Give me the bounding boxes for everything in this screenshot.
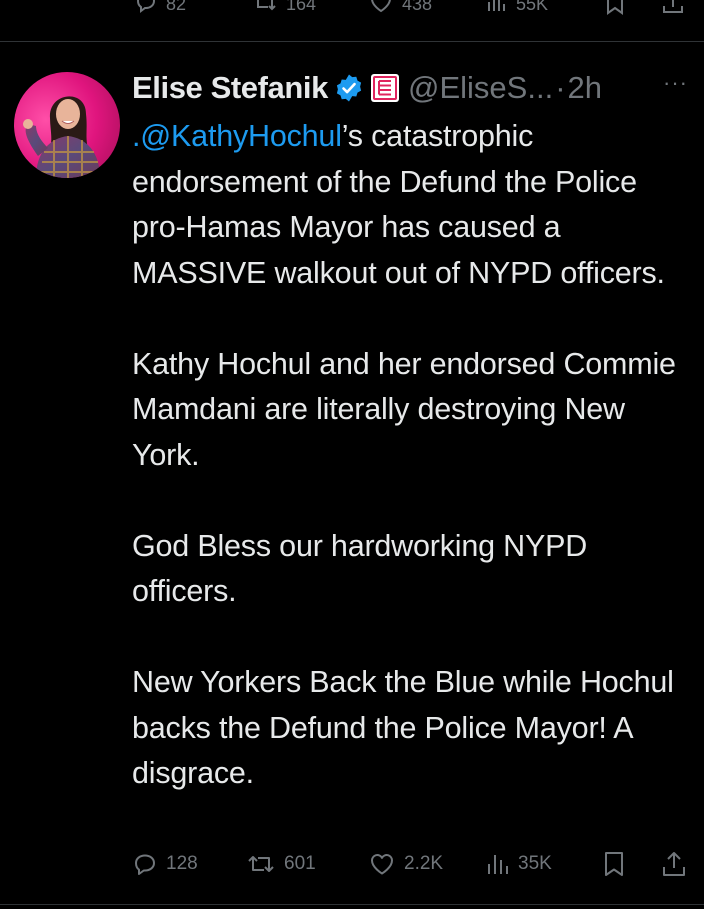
tweet[interactable]: Elise Stefanik @EliseS... · 2h ··· .@Kat… xyxy=(0,42,704,909)
time-separator: · xyxy=(555,70,566,105)
repost-button[interactable]: 601 xyxy=(246,846,316,882)
repost-icon xyxy=(246,851,276,877)
prev-like-count: 438 xyxy=(402,0,433,14)
prev-reply-button[interactable]: 82 xyxy=(134,0,186,19)
share-icon xyxy=(660,0,686,21)
bookmark-icon xyxy=(604,0,626,21)
prev-bookmark-button[interactable] xyxy=(604,0,626,21)
tweet-paragraph: .@KathyHochul’s catastrophic endorsement… xyxy=(132,114,698,296)
tweet-header: Elise Stefanik @EliseS... · 2h xyxy=(132,66,692,110)
more-options-icon: ··· xyxy=(663,70,688,95)
tweet-paragraph: God Bless our hardworking NYPD officers. xyxy=(132,528,588,609)
prev-views-button[interactable]: 55K xyxy=(486,0,548,19)
views-count: 35K xyxy=(518,853,552,874)
tweet-paragraph: Kathy Hochul and her endorsed Commie Mam… xyxy=(132,346,676,472)
like-icon xyxy=(368,0,394,19)
prev-reply-count: 82 xyxy=(166,0,187,14)
author-name[interactable]: Elise Stefanik xyxy=(132,70,328,106)
tweet-action-bar: 128 601 2.2K 35K xyxy=(132,846,692,882)
prev-views-count: 55K xyxy=(516,0,549,14)
bookmark-button[interactable] xyxy=(602,846,626,882)
share-button[interactable] xyxy=(660,846,688,882)
prev-like-button[interactable]: 438 xyxy=(368,0,432,19)
like-button[interactable]: 2.2K xyxy=(368,846,443,882)
previous-tweet-action-bar: 82 164 438 55K xyxy=(0,0,704,40)
reply-count: 128 xyxy=(166,853,198,874)
reply-icon xyxy=(132,851,158,877)
views-icon xyxy=(486,851,510,877)
verified-badge-icon[interactable] xyxy=(334,73,364,103)
prev-share-button[interactable] xyxy=(660,0,686,21)
mention-link[interactable]: .@KathyHochul xyxy=(132,119,342,153)
prev-repost-button[interactable]: 164 xyxy=(252,0,316,19)
tweet-timestamp[interactable]: 2h xyxy=(568,70,602,106)
more-options-button[interactable]: ··· xyxy=(663,70,688,96)
share-icon xyxy=(660,850,688,878)
views-button[interactable]: 35K xyxy=(486,846,552,882)
bookmark-icon xyxy=(602,850,626,878)
bottom-divider xyxy=(0,904,704,905)
reply-icon xyxy=(134,0,158,19)
avatar[interactable] xyxy=(14,72,120,178)
like-count: 2.2K xyxy=(404,853,444,874)
reply-button[interactable]: 128 xyxy=(132,846,198,882)
repost-icon xyxy=(252,0,278,19)
repost-count: 601 xyxy=(284,853,316,874)
prev-repost-count: 164 xyxy=(286,0,317,14)
views-icon xyxy=(486,0,508,19)
like-icon xyxy=(368,851,396,877)
author-handle[interactable]: @EliseS... xyxy=(408,70,553,106)
tweet-body: .@KathyHochul’s catastrophic endorsement… xyxy=(132,114,698,797)
affiliation-badge-icon[interactable] xyxy=(370,73,400,103)
tweet-paragraph: New Yorkers Back the Blue while Hochul b… xyxy=(132,665,674,790)
